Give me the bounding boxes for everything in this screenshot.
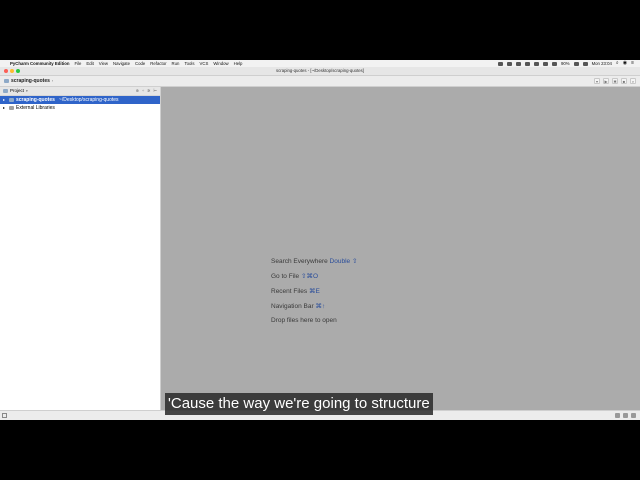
editor-empty-area[interactable]: Search Everywhere Double ⇧ Go to File ⇧⌘… bbox=[161, 87, 640, 410]
notification-center-icon[interactable]: ≡ bbox=[631, 60, 634, 67]
breadcrumb[interactable]: scraping-quotes › bbox=[4, 76, 53, 86]
spotlight-icon[interactable]: ⌕ bbox=[616, 60, 619, 67]
hint-shortcut: ⌘↑ bbox=[315, 303, 326, 310]
debug-icon[interactable]: ✱ bbox=[612, 78, 618, 84]
inspector-icon[interactable] bbox=[623, 413, 628, 418]
tree-item-external-libraries[interactable]: ▸ External Libraries bbox=[0, 104, 160, 112]
menu-file[interactable]: File bbox=[74, 60, 81, 67]
hint-shortcut: Double ⇧ bbox=[329, 258, 358, 265]
breadcrumb-project[interactable]: scraping-quotes bbox=[11, 76, 50, 86]
hint-shortcut: ⌘E bbox=[308, 288, 320, 295]
menu-refactor[interactable]: Refactor bbox=[150, 60, 166, 67]
menubar-status-area: 90% Mon 23:04 ⌕ ◉ ≡ bbox=[497, 60, 634, 67]
hint-label: Navigation Bar bbox=[271, 303, 314, 310]
hint-drop-files: Drop files here to open bbox=[271, 317, 337, 324]
run-toolbar: ▾ ▶ ✱ ■ ⌕ bbox=[594, 78, 636, 84]
tree-item-path: ~/Desktop/scraping-quotes bbox=[58, 97, 119, 103]
hint-label: Recent Files bbox=[271, 288, 308, 295]
expand-arrow-icon[interactable]: ▸ bbox=[3, 104, 7, 112]
expand-arrow-icon[interactable]: ▸ bbox=[3, 96, 7, 104]
battery-icon[interactable] bbox=[573, 61, 579, 66]
menu-navigate[interactable]: Navigate bbox=[113, 60, 130, 67]
screen-frame: PyCharm Community Edition File Edit View… bbox=[0, 60, 640, 420]
volume-icon[interactable] bbox=[551, 61, 557, 66]
menu-window[interactable]: Window bbox=[213, 60, 228, 67]
run-icon[interactable]: ▶ bbox=[603, 78, 609, 84]
search-icon[interactable]: ⌕ bbox=[630, 78, 636, 84]
video-subtitle: 'Cause the way we're going to structure bbox=[165, 393, 433, 415]
event-log-icon[interactable] bbox=[631, 413, 636, 418]
run-config-dropdown[interactable]: ▾ bbox=[594, 78, 600, 84]
sync-icon[interactable]: ⊕ bbox=[136, 87, 139, 95]
clock[interactable]: Mon 23:04 bbox=[592, 60, 612, 67]
timemachine-icon[interactable] bbox=[524, 61, 530, 66]
folder-icon bbox=[9, 98, 14, 102]
tree-item-label: scraping-quotes bbox=[16, 97, 55, 103]
tool-windows-toggle-icon[interactable] bbox=[2, 413, 7, 418]
project-view-selector[interactable]: Project ▾ bbox=[3, 87, 28, 95]
chevron-right-icon: › bbox=[51, 78, 54, 83]
macos-menubar: PyCharm Community Edition File Edit View… bbox=[0, 60, 640, 67]
dropbox-icon[interactable] bbox=[506, 61, 512, 66]
folder-icon bbox=[4, 79, 9, 83]
project-panel-tools: ⊕ ÷ ✲ ⊢ bbox=[136, 87, 157, 95]
collapse-all-icon[interactable]: ÷ bbox=[142, 87, 144, 95]
menu-view[interactable]: View bbox=[99, 60, 108, 67]
hint-label: Drop files here to open bbox=[271, 317, 337, 324]
menu-app-name[interactable]: PyCharm Community Edition bbox=[10, 60, 69, 67]
project-panel-title: Project bbox=[10, 88, 25, 93]
tree-item-project-root[interactable]: ▸ scraping-quotes ~/Desktop/scraping-quo… bbox=[0, 96, 160, 104]
zoom-window-button[interactable] bbox=[16, 69, 20, 73]
project-icon bbox=[3, 89, 8, 93]
hint-recent-files: Recent Files ⌘E bbox=[271, 287, 320, 295]
menu-edit[interactable]: Edit bbox=[86, 60, 93, 67]
chevron-down-icon: ▾ bbox=[26, 89, 28, 93]
gear-icon[interactable]: ✲ bbox=[147, 87, 150, 95]
window-controls bbox=[4, 69, 20, 73]
library-icon bbox=[9, 106, 14, 110]
lock-icon[interactable] bbox=[615, 413, 620, 418]
menu-vcs[interactable]: VCS bbox=[199, 60, 208, 67]
window-title: scraping-quotes - [~/Desktop/scraping-qu… bbox=[275, 68, 364, 73]
camera-icon[interactable] bbox=[497, 61, 503, 66]
status-bar-right bbox=[615, 413, 636, 418]
project-panel-header: Project ▾ ⊕ ÷ ✲ ⊢ bbox=[0, 87, 160, 96]
siri-icon[interactable]: ◉ bbox=[623, 60, 627, 67]
hint-label: Go to File bbox=[271, 273, 300, 280]
hint-shortcut: ⇧⌘O bbox=[301, 273, 319, 280]
project-tool-window: Project ▾ ⊕ ÷ ✲ ⊢ ▸ scraping-quotes ~/De… bbox=[0, 87, 161, 410]
bluetooth-icon[interactable] bbox=[533, 61, 539, 66]
hint-label: Search Everywhere bbox=[271, 258, 328, 265]
hint-navigation-bar: Navigation Bar ⌘↑ bbox=[271, 302, 325, 310]
hint-go-to-file: Go to File ⇧⌘O bbox=[271, 272, 318, 280]
menu-run[interactable]: Run bbox=[172, 60, 180, 67]
tree-item-label: External Libraries bbox=[16, 105, 55, 111]
display-icon[interactable] bbox=[515, 61, 521, 66]
minimize-window-button[interactable] bbox=[10, 69, 14, 73]
close-window-button[interactable] bbox=[4, 69, 8, 73]
hint-search-everywhere: Search Everywhere Double ⇧ bbox=[271, 257, 357, 265]
hide-panel-icon[interactable]: ⊢ bbox=[154, 87, 157, 95]
wifi-icon[interactable] bbox=[542, 61, 548, 66]
menu-tools[interactable]: Tools bbox=[184, 60, 194, 67]
battery-percent: 90% bbox=[560, 61, 570, 66]
navigation-bar: scraping-quotes › ▾ ▶ ✱ ■ ⌕ bbox=[0, 76, 640, 87]
window-titlebar: scraping-quotes - [~/Desktop/scraping-qu… bbox=[0, 67, 640, 76]
menu-code[interactable]: Code bbox=[135, 60, 145, 67]
stop-icon[interactable]: ■ bbox=[621, 78, 627, 84]
flag-icon[interactable] bbox=[582, 61, 588, 66]
menu-help[interactable]: Help bbox=[234, 60, 243, 67]
